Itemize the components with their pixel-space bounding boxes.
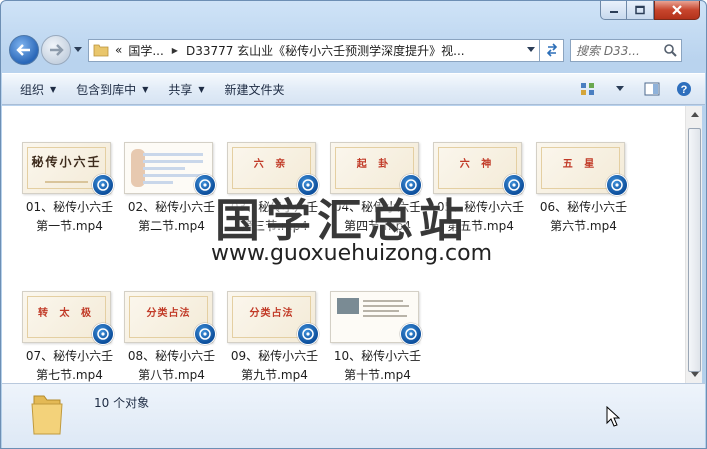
change-view-button[interactable] — [575, 78, 601, 100]
view-grid-icon — [581, 83, 594, 95]
explorer-window: « 国学... ▶ D33777 玄山业《秘传小六壬预测学深度提升》视... 搜… — [0, 0, 707, 449]
media-player-icon — [194, 323, 216, 345]
help-icon: ? — [677, 82, 691, 96]
preview-pane-icon — [644, 82, 660, 96]
media-player-icon — [503, 174, 525, 196]
scroll-down-button[interactable] — [686, 366, 703, 383]
navigation-row: « 国学... ▶ D33777 玄山业《秘传小六壬预测学深度提升》视... 搜… — [9, 33, 698, 67]
file-name: 08、秘传小六壬 第八节.mp4 — [127, 349, 216, 382]
maximize-icon — [635, 5, 645, 15]
file-name: 10、秘传小六壬 第十节.mp4 — [333, 349, 422, 382]
thumbnail-title: 五 星 — [562, 159, 599, 170]
organize-menu[interactable]: 组织 ▼ — [10, 77, 66, 101]
vertical-scrollbar[interactable] — [685, 106, 702, 383]
back-button[interactable] — [9, 35, 39, 65]
maximize-button[interactable] — [627, 1, 654, 20]
file-item[interactable]: 五 星 06、秘传小六壬 第六节.mp4 — [532, 142, 635, 262]
breadcrumb-prefix[interactable]: « — [115, 43, 122, 57]
forward-button[interactable] — [41, 35, 71, 65]
scroll-thumb[interactable] — [688, 128, 701, 372]
thumbnail-title: 分类占法 — [249, 308, 294, 319]
address-bar[interactable]: « 国学... ▶ D33777 玄山业《秘传小六壬预测学深度提升》视... — [88, 38, 540, 62]
close-button[interactable] — [654, 1, 700, 20]
chevron-down-icon: ▼ — [198, 84, 205, 94]
include-library-label: 包含到库中 — [76, 82, 137, 97]
file-name: 06、秘传小六壬 第六节.mp4 — [539, 200, 628, 233]
refresh-icon — [546, 43, 557, 57]
thumbnail-title: 起 卦 — [356, 159, 393, 170]
media-player-icon — [194, 174, 216, 196]
file-item[interactable]: 02、秘传小六壬 第二节.mp4 — [120, 142, 223, 262]
help-button[interactable]: ? — [671, 78, 697, 100]
file-item[interactable]: 秘传小六壬 01、秘传小六壬 第一节.mp4 — [18, 142, 121, 262]
search-placeholder: 搜索 D33... — [576, 43, 640, 58]
thumbnail-title: 转 太 极 — [38, 308, 95, 319]
file-name: 02、秘传小六壬 第二节.mp4 — [127, 200, 216, 233]
chevron-down-icon — [690, 371, 699, 377]
command-bar: 组织 ▼ 包含到库中 ▼ 共享 ▼ 新建文件夹 ? — [2, 73, 705, 105]
recent-pages-dropdown[interactable] — [72, 40, 84, 60]
chevron-down-icon: ▼ — [142, 84, 149, 94]
new-folder-label: 新建文件夹 — [224, 82, 285, 97]
thumbnail-title: 分类占法 — [146, 308, 191, 319]
media-player-icon — [92, 323, 114, 345]
minimize-icon — [609, 11, 618, 13]
chevron-down-icon: ▼ — [50, 84, 57, 94]
preview-pane-button[interactable] — [639, 78, 665, 100]
minimize-button[interactable] — [600, 1, 627, 20]
share-label: 共享 — [168, 82, 193, 97]
address-dropdown[interactable] — [523, 40, 539, 61]
folder-icon — [93, 44, 109, 57]
search-icon — [664, 44, 677, 57]
chevron-down-icon — [74, 47, 82, 52]
breadcrumb-item-current[interactable]: D33777 玄山业《秘传小六壬预测学深度提升》视... — [186, 42, 465, 59]
media-player-icon — [606, 174, 628, 196]
item-count: 10 个对象 — [94, 396, 150, 410]
breadcrumb-separator-icon[interactable]: ▶ — [172, 46, 178, 55]
mouse-cursor-icon — [606, 406, 620, 427]
svg-text:?: ? — [681, 84, 688, 96]
file-name: 09、秘传小六壬 第九节.mp4 — [230, 349, 319, 382]
new-folder-button[interactable]: 新建文件夹 — [215, 77, 295, 101]
forward-arrow-icon — [50, 44, 64, 56]
thumbnail-title: 六 神 — [459, 159, 496, 170]
back-arrow-icon — [16, 44, 30, 56]
view-controls: ? — [575, 78, 705, 100]
organize-label: 组织 — [20, 82, 45, 97]
refresh-button[interactable] — [540, 38, 564, 62]
caption-buttons — [600, 1, 700, 20]
chevron-down-icon — [616, 86, 624, 91]
media-player-icon — [92, 174, 114, 196]
close-icon — [672, 5, 682, 15]
scroll-up-button[interactable] — [686, 106, 703, 123]
media-player-icon — [400, 323, 422, 345]
media-player-icon — [297, 323, 319, 345]
folder-icon — [31, 395, 63, 435]
chevron-down-icon — [527, 47, 535, 52]
watermark-title: 国学汇总站 — [215, 194, 471, 247]
thumbnail-title: 秘传小六壬 — [31, 155, 102, 169]
details-pane: 10 个对象 — [2, 383, 705, 448]
file-name: 07、秘传小六壬 第七节.mp4 — [25, 349, 114, 382]
file-name: 01、秘传小六壬 第一节.mp4 — [25, 200, 114, 233]
watermark-url: www.guoxuehuizong.com — [211, 241, 493, 266]
thumbnail-title: 六 亲 — [253, 159, 290, 170]
breadcrumb-item-root[interactable]: 国学... — [128, 42, 163, 59]
chevron-up-icon — [690, 111, 699, 117]
include-library-menu[interactable]: 包含到库中 ▼ — [66, 77, 158, 101]
search-input[interactable]: 搜索 D33... — [570, 38, 682, 62]
view-options-dropdown[interactable] — [607, 78, 633, 100]
share-menu[interactable]: 共享 ▼ — [158, 77, 214, 101]
